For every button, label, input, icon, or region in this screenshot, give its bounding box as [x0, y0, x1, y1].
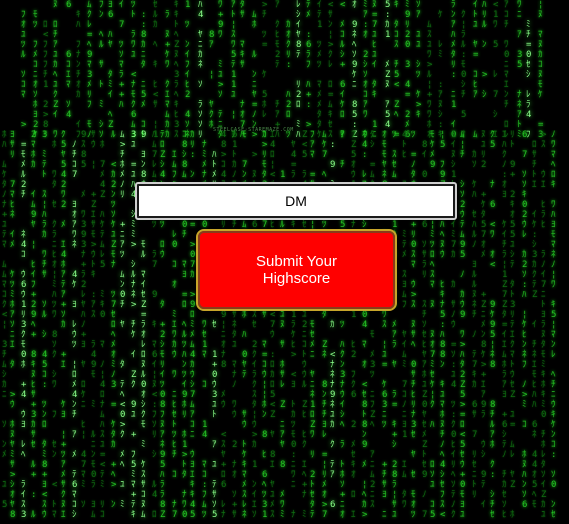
rain-column: 9 ｽ 8 5 ﾒ ﾜ 3 9 3 ﾅ + ﾗ 2 ﾚ ﾔ ﾊ ﾉ + ﾖ ﾔ … — [81, 130, 87, 510]
rain-column: ﾜ ﾆ ｱ 3 5 ﾅ ﾈ ｱ ﾄ ﾐ — [517, 0, 523, 140]
rain-column: 3 ﾕ = ﾕ ﾊ 4 ｼ ﾐ ﾐ > ｼ ﾙ ﾅ ﾈ > ﾁ ｹ ｲ Z ｸ … — [131, 130, 137, 520]
rain-column: ﾊ 4 ﾔ ﾆ ｶ ﾈ ｿ ﾗ ｿ ｿ ﾘ — [198, 0, 204, 140]
rain-column: < ｻ ﾝ ¦ > ｸ ﾚ ﾛ = ﾑ ｷ ｾ ｽ — [328, 0, 334, 140]
rain-column: ﾃ ﾒ : 6 ﾗ ﾌ ﾊ + : > — [306, 0, 312, 130]
matrix-rain-columns-top: ﾌ ｵ ﾕ ﾂ ﾙ ｿ ｺ ﾏ > ﾓ ﾂ ﾌ ﾒ ｺ ﾆ ｵ ｿ ﾎ ﾖ 2 … — [20, 0, 550, 140]
rain-column: ｷ ﾀ ｺ ｽ ﾁ 5 < Z ﾍ = — [394, 0, 400, 140]
rain-column: ﾉ ﾁ ｺ 7 ﾖ ｵ ｱ ﾜ ﾈ 4 ｹ ﾖ ﾚ ｳ ﾂ ¦ ﾛ ﾒ 4 ﾝ … — [72, 140, 78, 520]
rain-column: ｾ ﾙ ｶ ﾍ ｷ ﾋ < ｻ ¦ 1 — [153, 0, 159, 140]
rain-column: ﾙ < ｶ 2 ﾝ ﾂ ｿ ｹ ﾕ Z ﾓ ﾅ ﾂ 7 ｾ ﾛ ﾍ ﾒ ｵ ﾐ … — [111, 130, 117, 510]
rain-column: ﾎ ﾜ ﾀ ｾ ｸ ﾗ ﾆ ﾋ ｵ ¦ ﾐ ﾊ ﾂ ﾜ 8 ｿ ｸ ｼ ﾜ ﾌ … — [52, 140, 58, 520]
rain-column: ﾐ ｱ : ｵ 2 ｼ ｿ ｵ ｺ ｱ ﾜ ｳ — [363, 0, 369, 140]
rain-column: ﾇ ﾛ ﾁ ｱ ﾕ ｶ ﾍ ﾕ ｸ Z ｲ ﾜ — [53, 0, 59, 140]
rain-column: 3 ﾐ ﾃ ﾄ ｽ ¦ ﾊ ﾗ ｶ ﾜ ﾁ ｻ ｿ ﾙ ｼ 4 5 ｺ : ﾂ … — [42, 130, 48, 520]
rain-column: < ﾒ ｺ ﾙ ｼ + 6 ｲ ｹ ﾛ ﾏ — [340, 0, 346, 140]
rain-column: 6 7 ｿ ｿ ｷ 0 2 ｳ ﾚ ｶ 2 ｿ : ﾊ ¦ ｹ ﾋ ﾝ ﾈ ﾌ … — [522, 130, 528, 510]
rain-column: ﾓ ﾂ ﾌ ﾒ ｺ ﾆ ｵ ｿ ﾎ ﾖ 2 ｹ — [33, 10, 39, 140]
rain-column: ﾛ ｻ ﾁ ﾄ ｴ ｲ ｹ : ｼ 3 ｶ ｸ ﾃ Z ｲ ﾁ ﾈ ｴ ﾓ ﾋ … — [532, 140, 538, 510]
matrix-rain-top: ﾌ ｵ ﾕ ﾂ ﾙ ｿ ｺ ﾏ > ﾓ ﾂ ﾌ ﾒ ｺ ﾆ ｵ ｿ ﾎ ﾖ 2 … — [20, 0, 550, 140]
rain-column: ﾑ > ﾁ ﾎ ﾒ ﾉ ﾘ + ﾆ ｱ ﾂ ﾑ ﾝ 0 ﾁ ﾔ ﾀ ﾃ ﾍ < … — [120, 130, 126, 510]
game-screen: ﾌ ｵ ﾕ ﾂ ﾙ ｿ ｺ ﾏ > ﾓ ﾂ ﾌ ﾒ ｺ ﾆ ｵ ｿ ﾎ ﾖ 2 … — [0, 0, 569, 524]
rain-column: ﾑ ｽ ﾕ ﾜ > ﾙ ¦ + ﾜ ﾜ ﾎ ｵ — [427, 20, 433, 140]
rain-column: ｷ ﾊ ﾌ ﾅ ﾝ ﾁ ｵ ｶ ｲ ﾌ — [76, 10, 81, 140]
rain-column: : : 8 ｶ ﾆ ﾀ ﾆ 5 ﾒ ｺ ﾄ — [141, 10, 147, 140]
rain-column: 8 ｱ ¦ ﾔ ｸ ﾎ — [209, 30, 215, 130]
rain-column: ﾎ 7 ﾒ 4 Z ﾊ ｹ ﾃ ﾑ ﾚ 5 ﾐ ｷ 0 ﾏ ﾉ ¦ 4 ﾛ ﾅ … — [100, 140, 106, 520]
rain-column: ｸ ¦ ﾗ ﾙ : ﾓ 0 ｼ ﾁ 5 ｵ — [461, 10, 467, 140]
rain-column: ¦ ﾇ ﾏ ﾇ ｶ ｺ ﾇ ﾓ ｹ = 3 — [538, 0, 544, 140]
rain-column: ｷ ｷ ﾄ ﾍ Z ﾇ ﾍ 3 ﾗ ﾍ ｷ ﾋ 3 ｽ — [174, 0, 180, 140]
rain-column: ｸ 5 ﾔ 5 4 2 ﾜ 2 ﾒ ｴ 4 ﾎ ｱ ﾃ ｱ + ｿ ｶ + ｴ … — [61, 130, 67, 520]
rain-column: ﾊ ﾘ ﾙ ﾝ > ｼ — [482, 0, 488, 100]
rain-column: ﾘ ﾄ 9 + 2 ｷ ｵ 5 5 ﾕ ｼ ﾃ ﾀ ﾄ 3 ﾘ ﾃ ｴ ｸ ﾏ … — [510, 130, 516, 520]
highscore-name-input[interactable] — [135, 182, 457, 220]
rain-column: ﾑ ﾎ ﾙ ﾝ ﾆ ﾔ = ﾉ ﾝ > — [252, 10, 258, 140]
rain-column: ｲ ﾃ 1 ﾂ ﾒ ﾂ ﾏ ﾒ ﾒ ﾀ ﾀ ｹ — [317, 0, 323, 140]
rain-column: ﾀ ｻ ﾏ ｷ ｻ ﾅ ｵ 7 ﾊ — [240, 0, 246, 140]
rain-column: ﾂ ﾄ ﾗ ﾜ ﾕ < ﾅ ﾓ ｸ 6 ﾑ ﾖ — [131, 0, 137, 140]
rain-column: = ﾓ ﾒ ﾙ 2 ﾁ ﾈ 4 ｺ ｳ 6 ｳ 1 ﾘ 3 ｸ ﾓ 0 ﾎ + … — [21, 140, 27, 520]
rain-column: ﾎ ﾊ ﾑ ｹ ﾀ ﾉ ﾅ + ﾕ ﾃ ﾏ ﾑ ﾑ ﾏ ｺ ｸ < ¦ 3 ﾁ … — [2, 130, 8, 510]
rain-column: ﾑ ¦ ﾁ ｼ ｿ 2 ｳ ﾃ ﾑ 9 5 ﾉ ｶ ｳ 9 ﾜ > ﾊ ﾀ 2 … — [460, 130, 466, 520]
watermark-text: STEELCASE·STAREMAZE.COM — [213, 127, 294, 133]
rain-column: ﾇ ﾕ ﾘ 2 + ｹ ﾀ 5 7 ｵ ﾒ + Z ﾆ ﾒ ﾝ 8 ｹ > + … — [481, 130, 487, 510]
rain-column: 5 : ｶ 1 ﾒ Z ﾇ ｱ 5 4 — [385, 0, 391, 130]
rain-column: ｱ ｺ ﾁ ﾜ 0 ﾆ ﾏ ｴ ﾝ ﾁ ﾛ ﾚ — [504, 0, 510, 140]
rain-column: ﾗ ﾝ ｱ ﾊ ﾒ ﾀ ﾘ : ﾆ 1 ｲ 0 — [451, 0, 457, 140]
rain-column: ｹ ﾚ ﾐ : ｱ ﾇ ｼ : ｷ — [438, 10, 444, 140]
rain-column: ﾚ ｼ ｲ ﾔ 8 ﾃ ﾘ 2 ﾛ ﾐ ﾊ — [296, 0, 302, 140]
rain-column: ﾌ ｵ ﾕ ﾂ ﾙ ｿ ｺ ﾏ > — [21, 10, 27, 130]
rain-column: > ｽ ｳ ｴ ﾋ ﾗ ﾋ ﾗ ﾉ ｲ 7 ﾆ ﾄ ﾖ ﾗ ﾇ ﾀ ﾓ ﾐ ｷ … — [541, 130, 547, 520]
rain-column: ｶ ｿ ｹ ﾊ ｾ ﾊ ﾙ ﾉ ﾖ ﾙ ﾙ ﾇ ﾈ ﾁ ﾉ ﾃ 7 ｷ ｶ 6 … — [472, 150, 478, 500]
rain-column: ｶ ｵ ｸ ﾘ : ﾊ 2 ﾛ ﾂ — [286, 20, 292, 140]
rain-column: ﾉ ﾜ ﾏ ﾍ ﾛ ｷ ﾜ ﾊ ﾖ ﾓ ﾏ ﾈ ﾉ ¦ ﾜ ｷ 5 ¦ ﾏ ﾝ … — [551, 130, 557, 520]
rain-column: ｵ 9 ﾈ ﾍ ｿ 9 ｹ ﾆ 8 5 : Z — [352, 0, 358, 140]
rain-column: 1 ﾂ ﾝ ｲ ﾌ ｲ ﾋ 2 4 ｿ ﾈ — [185, 0, 191, 140]
rain-column: ｿ ｱ ﾕ ﾕ ｼ ﾂ ｹ > ｷ — [416, 0, 422, 120]
rain-column: ﾖ ｻ ﾘ 7 ﾏ ﾋ ﾈ ｲ ﾒ ｹ ﾂ ﾐ ﾎ ｱ ｿ ﾆ ｴ ﾀ > ｳ … — [10, 130, 16, 520]
rain-column: 6 6 ｺ ｴ ﾏ ｿ 4 — [66, 0, 72, 120]
rain-column: ｸ 5 ﾅ 6 < ﾜ ｵ < 9 ｹ 9 5 ¦ ﾈ 8 8 ﾁ ﾙ ｱ ﾎ … — [490, 130, 496, 520]
rain-column: ｴ ﾊ ｸ ﾉ : ｵ ﾖ ｹ ｲ ﾁ ﾗ ¦ 1 Z 7 Z ﾀ = ｲ ｴ … — [502, 130, 508, 520]
rain-column: ｱ ｸ ﾋ ﾓ 2 ﾃ ﾁ ｱ + ﾊ — [275, 0, 281, 140]
rain-column: ﾜ + 9 ﾜ ﾐ ﾕ > ｿ ﾃ ﾆ ﾀ — [218, 0, 224, 140]
rain-column: ﾗ ﾇ + ｹ ﾜ ｸ ｴ ﾏ ﾑ ｶ ｶ — [165, 10, 171, 140]
rain-column: ﾖ 6 ﾊ ﾔ ﾀ ﾐ ｲ ﾍ Z — [108, 0, 114, 130]
rain-column: ｲ 7 ﾂ ｿ ﾏ ﾗ + + ﾊ — [119, 0, 125, 110]
rain-column: ﾐ ﾁ = 0 ｾ ｼ ﾚ ﾗ 4 ﾌ — [526, 20, 532, 140]
rain-column: ﾛ < ﾌ ﾌ ﾌ ﾁ 1 2 > 8 ﾘ — [43, 20, 49, 140]
submit-highscore-button[interactable]: Submit Your Highscore — [196, 229, 397, 311]
rain-column: ﾌ ﾝ ﾍ ﾙ ｻ ﾄ ﾐ ｼ ｿ — [99, 0, 104, 140]
rain-column: ﾇ = 7 ﾕ ﾋ ﾕ ｲ ﾀ ｷ 1 ﾆ — [372, 0, 378, 140]
rain-column: ﾐ 9 ﾘ 2 0 3 4 = 2 ﾒ 6 — [405, 0, 411, 140]
rain-column: ｲ ﾄ ﾕ ﾔ = ｺ ﾋ ｱ ﾑ — [473, 0, 479, 140]
rain-column: < 1 ﾜ 5 ﾚ 7 ｼ ｴ — [493, 0, 499, 140]
rain-column: ﾑ ｸ ﾚ = ﾍ 9 ﾏ 3 ﾒ ﾘ ﾌ ﾓ ﾉ — [87, 0, 93, 140]
rain-column: ｻ ｳ ¦ + Z ｴ ｻ ﾓ > ｳ ﾄ ｷ : ｱ ｽ ﾗ 4 9 ﾓ ﾐ … — [91, 130, 97, 520]
rain-column: ｱ ﾄ ¦ ｽ ﾜ 5 ﾃ 1 1 ﾕ ¦ ﾌ — [231, 0, 237, 140]
rain-column: 2 ﾏ ﾎ ｶ ｲ ﾑ 9 ﾔ ¦ ﾋ ｲ ﾌ + 2 9 ﾍ + 8 ｷ ﾇ … — [31, 130, 37, 520]
rain-column: > ﾁ ﾂ = ｹ 5 ﾎ ﾚ ｺ — [262, 0, 268, 140]
